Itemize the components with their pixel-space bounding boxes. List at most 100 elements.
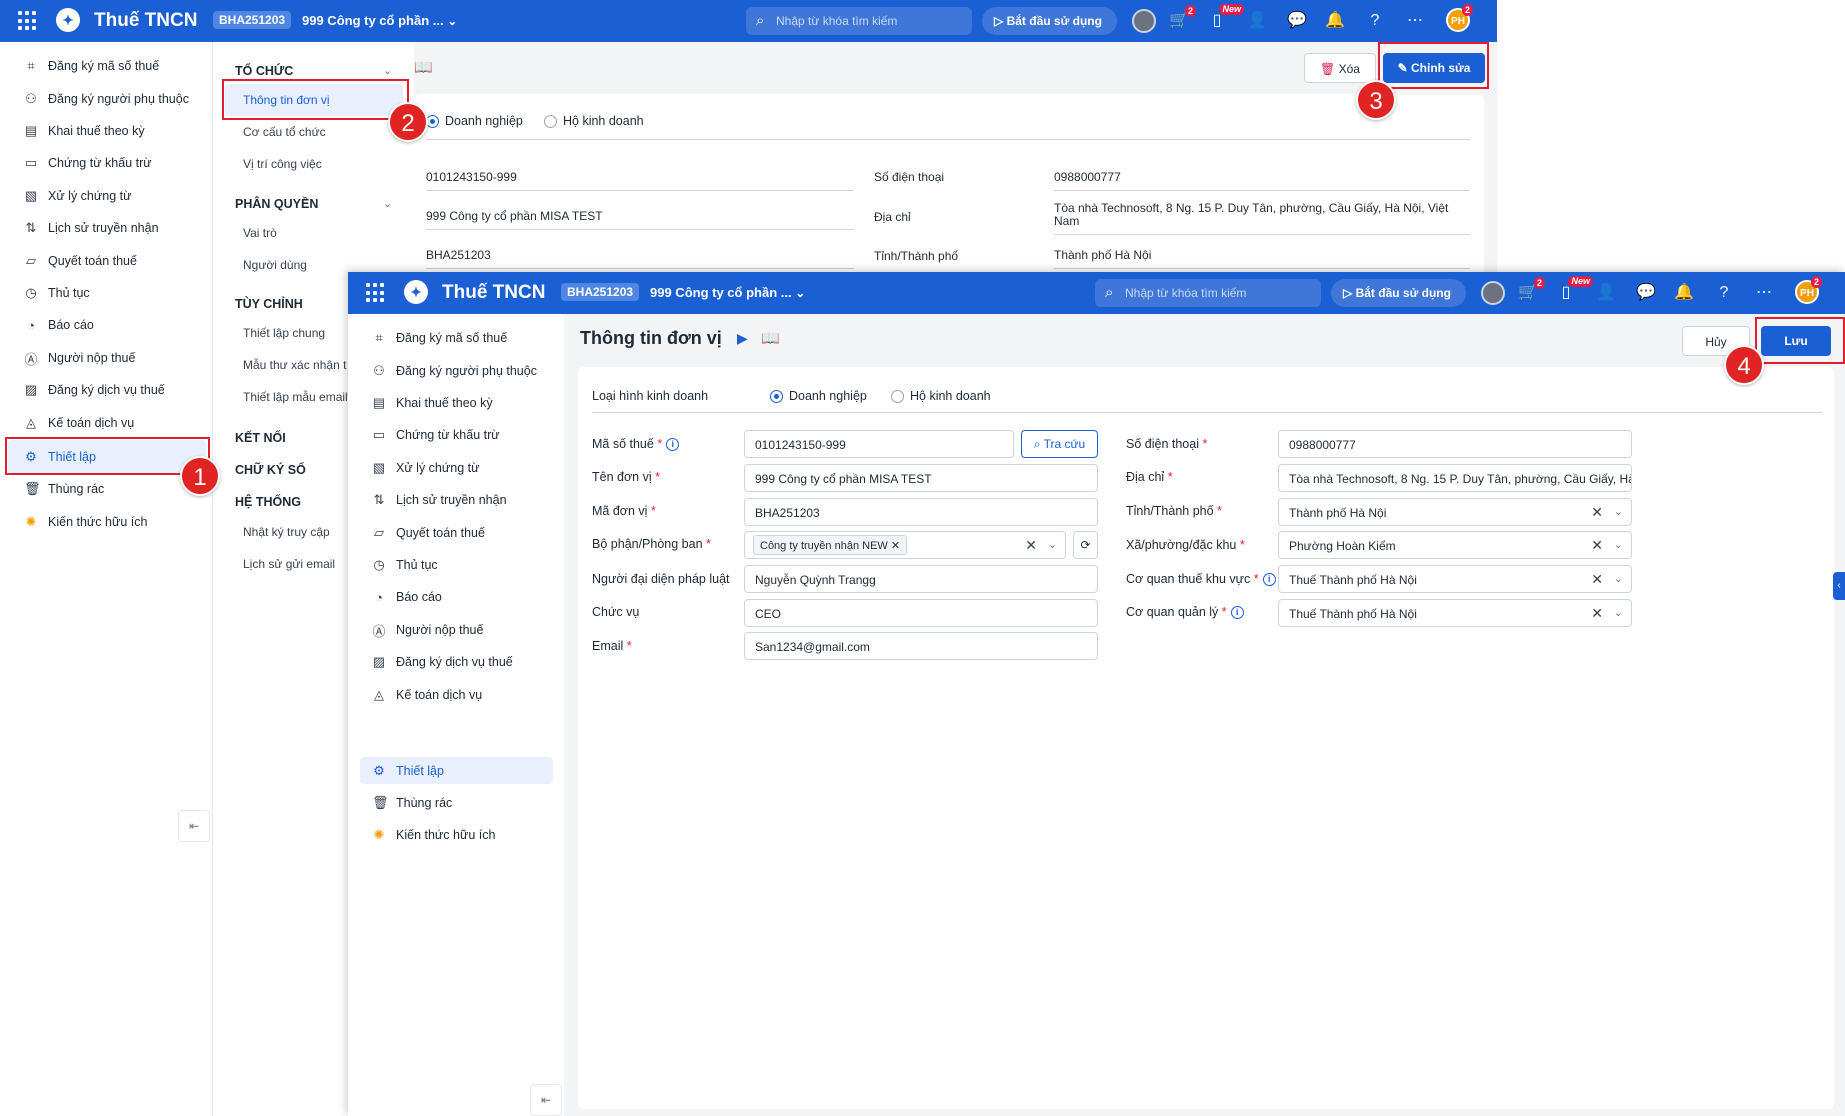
subnav-item-access-log[interactable]: Nhật ký truy cập xyxy=(243,525,330,539)
tax-code-input[interactable]: 0101243150-999 xyxy=(744,430,1014,458)
subnav-head-custom[interactable]: TÙY CHỈNH xyxy=(235,297,303,311)
start-using-button[interactable]: ▷ Bắt đầu sử dụng xyxy=(1331,279,1466,307)
nav-item-procedures[interactable]: ◷ Thủ tục xyxy=(372,551,437,579)
nav-item-reports[interactable]: ◔ Báo cáo xyxy=(24,311,94,339)
position-input[interactable]: CEO xyxy=(744,599,1098,627)
org-switcher[interactable]: 999 Công ty cổ phần ... ⌄ xyxy=(302,13,457,28)
lookup-button[interactable]: ⌕ Tra cứu xyxy=(1021,430,1098,458)
clear-icon[interactable]: ✕ xyxy=(1591,571,1603,588)
info-icon[interactable]: i xyxy=(1262,573,1276,587)
subnav-head-system[interactable]: HỆ THỐNG xyxy=(235,495,301,509)
app-title[interactable]: Thuế TNCN xyxy=(442,282,545,304)
add-user-icon[interactable]: 👤 xyxy=(1595,282,1617,304)
nav-item-service-accounting[interactable]: ◬ Kế toán dịch vụ xyxy=(372,681,482,709)
biz-type-option-enterprise[interactable]: Doanh nghiệp xyxy=(770,389,867,404)
subnav-item-org-structure[interactable]: Cơ cấu tổ chức xyxy=(243,125,326,139)
search-box[interactable]: ⌕ Nhập từ khóa tìm kiếm xyxy=(746,7,972,35)
address-input[interactable]: Tòa nhà Technosoft, 8 Ng. 15 P. Duy Tân,… xyxy=(1278,464,1632,492)
chevron-down-icon[interactable]: ⌄ xyxy=(1614,572,1623,585)
delete-button[interactable]: 🗑 Xóa xyxy=(1304,53,1376,83)
info-icon[interactable]: i xyxy=(1230,606,1244,620)
start-using-button[interactable]: ▷ Bắt đầu sử dụng xyxy=(982,7,1117,35)
nav-item-trash[interactable]: 🗑 Thùng rác xyxy=(372,789,452,817)
nav-item-transmission-history[interactable]: ⇅ Lịch sử truyền nhận xyxy=(372,486,507,514)
app-title[interactable]: Thuế TNCN xyxy=(94,10,197,32)
nav-item-service-accounting[interactable]: ◬ Kế toán dịch vụ xyxy=(24,409,134,437)
bell-icon[interactable]: 🔔 xyxy=(1673,282,1695,304)
province-select[interactable]: Thành phố Hà Nội ✕ ⌄ xyxy=(1278,498,1632,526)
subnav-head-connect[interactable]: KẾT NỐI xyxy=(235,431,286,445)
subnav-head-digital-signature[interactable]: CHỮ KÝ SỐ xyxy=(235,463,306,477)
search-box[interactable]: ⌕ Nhập từ khóa tìm kiếm xyxy=(1095,279,1321,307)
subnav-item-email-history[interactable]: Lịch sử gửi email xyxy=(243,557,335,571)
nav-item-process-docs[interactable]: ▧ Xử lý chứng từ xyxy=(372,454,480,482)
clear-icon[interactable]: ✕ xyxy=(1591,504,1603,521)
apps-grid-icon[interactable] xyxy=(366,283,386,303)
subnav-item-confirm-letter[interactable]: Mẫu thư xác nhận t xyxy=(243,358,346,372)
assistant-icon[interactable] xyxy=(1132,9,1156,33)
subnav-head-org[interactable]: TỔ CHỨC xyxy=(235,64,293,78)
nav-item-periodic-tax[interactable]: ▤ Khai thuế theo kỳ xyxy=(372,389,493,417)
nav-item-tax-services[interactable]: ▨ Đăng ký dịch vụ thuế xyxy=(24,376,165,404)
bell-icon[interactable]: 🔔 xyxy=(1324,10,1346,32)
collapse-sidebar-button[interactable]: ⇤ xyxy=(530,1084,562,1116)
nav-item-settings[interactable]: ⚙ Thiết lập xyxy=(372,757,444,785)
subnav-item-general-settings[interactable]: Thiết lập chung xyxy=(243,326,325,340)
nav-item-knowledge[interactable]: ✺ Kiến thức hữu ích xyxy=(24,508,148,536)
biz-type-option-household[interactable]: Hộ kinh doanh xyxy=(544,114,644,129)
nav-item-register-tax-code[interactable]: ⌗ Đăng ký mã số thuế xyxy=(372,324,507,352)
cart-icon[interactable]: 🛒 2 xyxy=(1168,5,1196,32)
more-icon[interactable]: ⋯ xyxy=(1753,282,1775,304)
chevron-down-icon[interactable]: ⌄ xyxy=(1614,505,1623,518)
chevron-down-icon[interactable]: ⌄ xyxy=(1048,538,1057,551)
email-input[interactable]: San1234@gmail.com xyxy=(744,632,1098,660)
chevron-down-icon[interactable]: ⌄ xyxy=(383,64,392,77)
nav-item-taxpayers[interactable]: Ⓐ Người nộp thuế xyxy=(372,616,483,644)
phone-input[interactable]: 0988000777 xyxy=(1278,430,1632,458)
nav-item-dependents[interactable]: ⚇ Đăng ký người phụ thuộc xyxy=(372,357,537,385)
assistant-icon[interactable] xyxy=(1481,281,1505,305)
clear-icon[interactable]: ✕ xyxy=(1591,537,1603,554)
subnav-item-users[interactable]: Người dùng xyxy=(243,258,307,272)
nav-item-procedures[interactable]: ◷ Thủ tục xyxy=(24,279,89,307)
help-icon[interactable]: ? xyxy=(1364,10,1386,32)
biz-type-option-household[interactable]: Hộ kinh doanh xyxy=(891,389,991,404)
avatar[interactable]: PH 2 xyxy=(1446,4,1473,32)
nav-item-trash[interactable]: 🗑 Thùng rác xyxy=(24,475,104,503)
chat-icon[interactable]: 💬 xyxy=(1635,282,1657,304)
biz-type-option-enterprise[interactable]: Doanh nghiệp xyxy=(426,114,523,129)
book-icon[interactable]: 📖 xyxy=(414,58,433,76)
close-icon[interactable]: ✕ xyxy=(891,540,900,552)
ward-select[interactable]: Phường Hoàn Kiếm ✕ ⌄ xyxy=(1278,531,1632,559)
more-icon[interactable]: ⋯ xyxy=(1404,10,1426,32)
apps-grid-icon[interactable] xyxy=(18,11,38,31)
org-switcher[interactable]: 999 Công ty cổ phần ... ⌄ xyxy=(650,285,805,300)
nav-item-taxpayers[interactable]: Ⓐ Người nộp thuế xyxy=(24,344,135,372)
dept-select[interactable]: Công ty truyền nhận NEW ✕ ✕ ⌄ xyxy=(744,531,1066,559)
chevron-down-icon[interactable]: ⌄ xyxy=(1614,606,1623,619)
mobile-icon[interactable]: ▯ New xyxy=(1555,276,1593,304)
collapse-sidebar-button[interactable]: ⇤ xyxy=(178,810,210,842)
unit-code-input[interactable]: BHA251203 xyxy=(744,498,1098,526)
subnav-item-roles[interactable]: Vai trò xyxy=(243,226,277,240)
book-icon[interactable]: 📖 xyxy=(761,329,780,347)
subnav-item-email-template[interactable]: Thiết lập mẫu email xyxy=(243,390,348,404)
nav-item-register-tax-code[interactable]: ⌗ Đăng ký mã số thuế xyxy=(24,52,159,80)
tax-office-select[interactable]: Thuế Thành phố Hà Nội ✕ ⌄ xyxy=(1278,565,1632,593)
nav-item-dependents[interactable]: ⚇ Đăng ký người phụ thuộc xyxy=(24,85,189,113)
unit-name-input[interactable]: 999 Công ty cổ phần MISA TEST xyxy=(744,464,1098,492)
cart-icon[interactable]: 🛒 2 xyxy=(1517,277,1545,304)
mobile-icon[interactable]: ▯ New xyxy=(1206,4,1244,32)
nav-item-tax-settlement[interactable]: ▱ Quyết toán thuế xyxy=(24,247,137,275)
nav-item-process-docs[interactable]: ▧ Xử lý chứng từ xyxy=(24,182,132,210)
clear-icon[interactable]: ✕ xyxy=(1591,605,1603,622)
avatar[interactable]: PH 2 xyxy=(1795,276,1822,304)
refresh-button[interactable]: ⟳ xyxy=(1073,531,1098,559)
rep-input[interactable]: Nguyễn Quỳnh Trangg xyxy=(744,565,1098,593)
nav-item-transmission-history[interactable]: ⇅ Lịch sử truyền nhận xyxy=(24,214,159,242)
nav-item-withholding-docs[interactable]: ▭ Chứng từ khấu trừ xyxy=(24,149,152,177)
add-user-icon[interactable]: 👤 xyxy=(1246,10,1268,32)
info-icon[interactable]: i xyxy=(666,438,680,452)
nav-item-tax-services[interactable]: ▨ Đăng ký dịch vụ thuế xyxy=(372,648,513,676)
chat-icon[interactable]: 💬 xyxy=(1286,10,1308,32)
